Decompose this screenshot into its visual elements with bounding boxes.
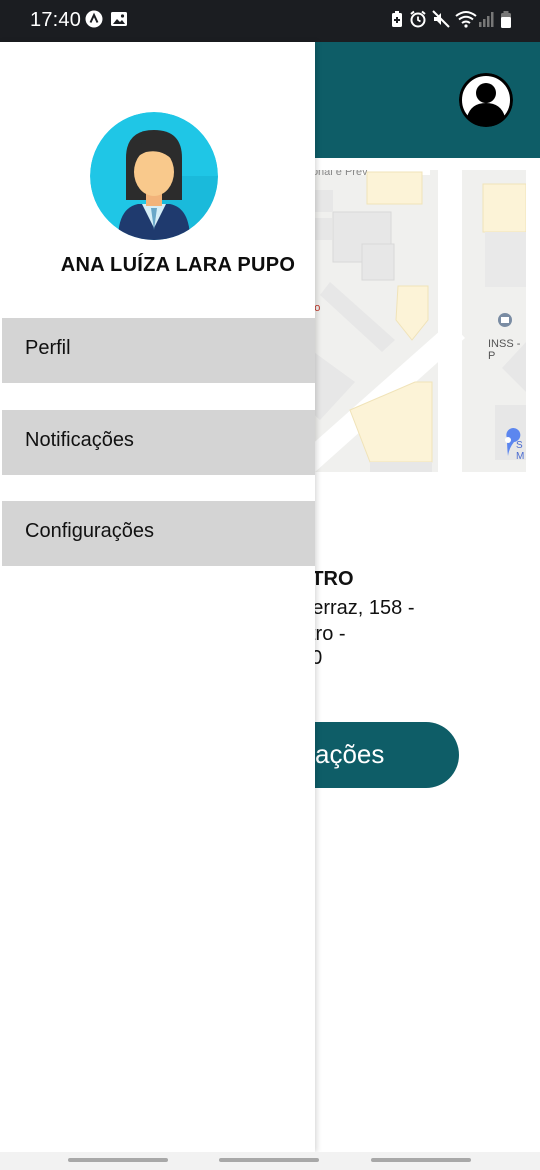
status-time: 17:40	[30, 9, 82, 31]
status-bar: 17:40	[0, 0, 540, 42]
user-avatar-woman-icon[interactable]	[90, 112, 218, 240]
alarm-icon	[409, 10, 427, 28]
address-line-1: Ferraz, 158 -	[300, 597, 415, 619]
account-circle-icon[interactable]	[459, 73, 513, 127]
gallery-icon	[110, 10, 128, 28]
menu-item-notificacoes[interactable]: Notificações	[2, 410, 315, 475]
menu-item-label: Perfil	[25, 337, 71, 359]
menu-item-configuracoes[interactable]: Configurações	[2, 501, 315, 566]
battery-saver-icon	[388, 10, 406, 28]
navigation-drawer: ANA LUÍZA LARA PUPO Perfil Notificações …	[0, 42, 315, 1152]
menu-item-perfil[interactable]: Perfil	[2, 318, 315, 383]
app-notification-icon	[85, 10, 103, 28]
wifi-icon	[455, 10, 477, 28]
nav-home-button[interactable]	[219, 1158, 319, 1162]
map-view[interactable]: cional e Prev stro INSS - P S M	[300, 170, 526, 472]
nav-recents-button[interactable]	[68, 1158, 168, 1162]
menu-item-label: Configurações	[25, 520, 154, 542]
menu-item-label: Notificações	[25, 429, 134, 451]
map-label-shop: S M	[516, 440, 525, 462]
map-label-inss: INSS - P	[488, 338, 521, 362]
primary-action-label: ações	[315, 739, 385, 769]
signal-icon	[478, 10, 496, 28]
system-nav-bar	[0, 1152, 540, 1170]
mute-icon	[432, 10, 450, 28]
nav-back-button[interactable]	[371, 1158, 471, 1162]
battery-icon	[499, 10, 517, 28]
user-name: ANA LUÍZA LARA PUPO	[60, 254, 296, 276]
